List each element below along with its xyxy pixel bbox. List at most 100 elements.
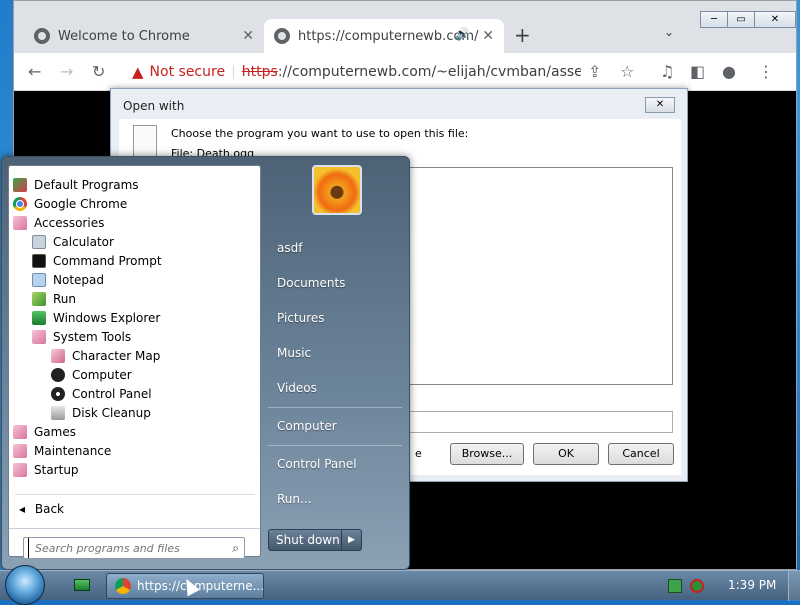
close-icon[interactable]: ✕ <box>754 11 796 28</box>
programs-pane: Default Programs Google Chrome Accessories… <box>8 165 261 559</box>
program-item[interactable]: System Tools <box>32 327 131 346</box>
media-control-icon[interactable]: ♫ <box>660 62 674 81</box>
back-arrow-icon[interactable]: ← <box>28 62 41 81</box>
address-bar[interactable]: ▲ Not secure | https ://computernewb.com… <box>126 57 581 87</box>
computer-link[interactable]: Computer <box>277 419 337 433</box>
program-item[interactable]: Computer <box>51 365 132 384</box>
start-menu: Default Programs Google Chrome Accessories… <box>1 156 410 570</box>
warning-icon: ▲ <box>132 63 144 81</box>
program-label: Accessories <box>34 215 105 230</box>
program-item[interactable]: Startup <box>13 460 79 479</box>
back-label: Back <box>34 502 64 516</box>
folder-icon <box>13 443 27 458</box>
user-picture-avatar[interactable] <box>312 165 362 215</box>
documents-link[interactable]: Documents <box>277 276 345 290</box>
ok-button[interactable]: OK <box>533 443 599 465</box>
share-icon[interactable]: ⇪ <box>588 62 601 81</box>
folder-icon <box>13 215 27 230</box>
dialog-partial-text: e <box>415 447 422 460</box>
program-label: Windows Explorer <box>53 310 161 325</box>
music-link[interactable]: Music <box>277 346 311 360</box>
url-text: ://computernewb.com/~elijah/cvmban/asset… <box>277 64 581 80</box>
program-item[interactable]: Maintenance <box>13 441 111 460</box>
task-label: https://computerne... <box>137 579 265 593</box>
tab-search-chevron-icon[interactable]: ⌄ <box>664 25 674 39</box>
close-tab-icon[interactable]: ✕ <box>482 28 494 44</box>
side-panel-icon[interactable]: ◧ <box>690 62 705 81</box>
run-link[interactable]: Run... <box>277 492 311 506</box>
divider <box>268 445 402 446</box>
clock[interactable]: 1:39 PM <box>728 578 776 592</box>
dialog-close-icon[interactable]: ✕ <box>645 97 675 113</box>
file-icon <box>133 125 157 159</box>
program-item[interactable]: Calculator <box>32 232 114 251</box>
program-item[interactable]: Windows Explorer <box>32 308 160 327</box>
program-label: Games <box>34 424 76 439</box>
videos-link[interactable]: Videos <box>277 381 317 395</box>
explorer-icon <box>32 310 46 325</box>
program-item[interactable]: Disk Cleanup <box>51 403 151 422</box>
program-label: Run <box>53 291 77 306</box>
folder-icon <box>13 424 27 439</box>
user-folder-link[interactable]: asdf <box>277 241 302 255</box>
url-scheme: https <box>241 64 278 80</box>
program-label: Default Programs <box>34 177 139 192</box>
program-item[interactable]: Command Prompt <box>32 251 162 270</box>
new-tab-button[interactable]: + <box>514 23 531 47</box>
tab-computernewb[interactable]: https://computernewb.com/ 🔊 ✕ <box>264 19 504 53</box>
disk-cleanup-icon <box>51 405 65 420</box>
not-secure-label[interactable]: Not secure <box>150 64 226 80</box>
divider <box>268 407 402 408</box>
program-item[interactable]: Games <box>13 422 76 441</box>
shutdown-options-arrow-icon[interactable]: ▶ <box>341 530 361 550</box>
command-prompt-icon <box>32 253 46 268</box>
shutdown-label: Shut down <box>276 533 340 547</box>
cancel-button[interactable]: Cancel <box>608 443 674 465</box>
divider: | <box>231 64 236 80</box>
program-item[interactable]: Google Chrome <box>13 194 127 213</box>
control-panel-link[interactable]: Control Panel <box>277 457 357 471</box>
audio-playing-icon[interactable]: 🔊 <box>455 27 470 41</box>
program-label: Control Panel <box>72 386 152 401</box>
tab-welcome[interactable]: Welcome to Chrome ✕ <box>24 19 264 53</box>
profile-icon[interactable]: ● <box>722 62 736 81</box>
shutdown-button[interactable]: Shut down ▶ <box>268 529 362 551</box>
program-item[interactable]: Run <box>32 289 76 308</box>
taskbar-explorer-button[interactable] <box>66 575 98 597</box>
search-icon[interactable]: ⌕ <box>232 541 239 556</box>
control-panel-icon <box>51 386 65 401</box>
program-item[interactable]: Character Map <box>51 346 160 365</box>
description-field[interactable] <box>379 411 673 433</box>
program-item[interactable]: Notepad <box>32 270 104 289</box>
forward-arrow-icon[interactable]: → <box>60 62 73 81</box>
browse-button[interactable]: Browse... <box>450 443 524 465</box>
program-item[interactable]: Accessories <box>13 213 104 232</box>
search-box[interactable]: ⌕ <box>23 537 245 559</box>
close-tab-icon[interactable]: ✕ <box>242 28 254 44</box>
back-button[interactable]: ◂ Back <box>19 502 64 516</box>
minimize-icon[interactable]: ─ <box>700 11 728 28</box>
tab-title: https://computernewb.com/ <box>298 28 479 44</box>
start-orb-button[interactable] <box>5 565 45 605</box>
action-center-tray-icon[interactable] <box>690 579 704 593</box>
program-label: Maintenance <box>34 443 112 458</box>
folder-icon <box>32 329 46 344</box>
default-programs-icon <box>13 177 27 192</box>
bookmark-star-icon[interactable]: ☆ <box>620 62 634 81</box>
search-input[interactable] <box>28 538 218 558</box>
menu-kebab-icon[interactable]: ⋮ <box>758 62 774 81</box>
program-label: Command Prompt <box>53 253 162 268</box>
show-desktop-button[interactable] <box>788 571 800 601</box>
program-list[interactable] <box>379 167 673 385</box>
network-tray-icon[interactable] <box>668 579 682 593</box>
program-label: Notepad <box>53 272 104 287</box>
program-item[interactable]: Default Programs <box>13 175 139 194</box>
run-icon <box>32 291 46 306</box>
dialog-prompt: Choose the program you want to use to op… <box>171 127 469 140</box>
maximize-icon[interactable]: ▭ <box>727 11 755 28</box>
program-item[interactable]: Control Panel <box>51 384 152 403</box>
program-label: Disk Cleanup <box>72 405 151 420</box>
browser-toolbar: ← → ↻ ▲ Not secure | https ://computerne… <box>14 53 796 91</box>
pictures-link[interactable]: Pictures <box>277 311 325 325</box>
reload-icon[interactable]: ↻ <box>92 62 105 81</box>
